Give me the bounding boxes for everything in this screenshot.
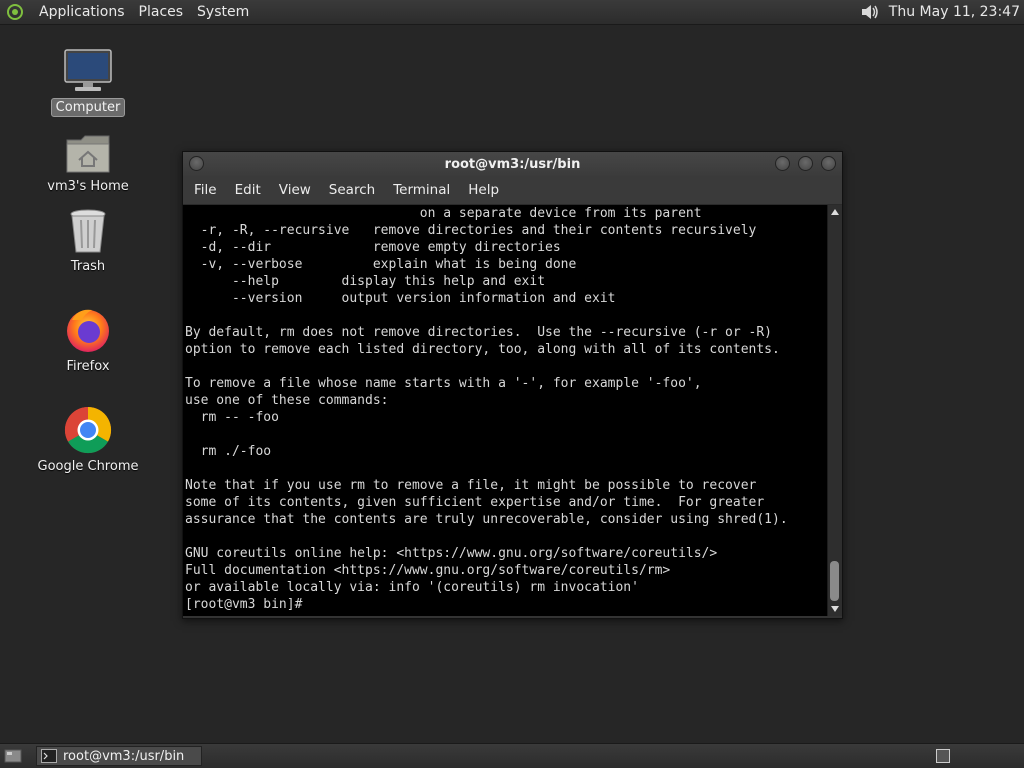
desktop-icon-firefox[interactable]: Firefox bbox=[38, 306, 138, 375]
system-menu[interactable]: System bbox=[190, 1, 256, 23]
menu-view[interactable]: View bbox=[270, 176, 320, 204]
window-titlebar[interactable]: root@vm3:/usr/bin bbox=[183, 152, 842, 176]
desktop-icon-home[interactable]: vm3's Home bbox=[38, 126, 138, 195]
desktop-icon-label: Firefox bbox=[66, 359, 110, 374]
menu-help[interactable]: Help bbox=[459, 176, 508, 204]
chrome-icon bbox=[60, 406, 116, 454]
applications-menu[interactable]: Applications bbox=[32, 1, 132, 23]
scroll-down-arrow-icon[interactable] bbox=[828, 602, 842, 616]
desktop-icon-label: Google Chrome bbox=[37, 459, 139, 474]
close-button[interactable] bbox=[821, 156, 836, 171]
show-desktop-icon[interactable] bbox=[2, 745, 24, 767]
desktop-icon-label: vm3's Home bbox=[47, 179, 129, 194]
scrollbar-thumb[interactable] bbox=[830, 561, 839, 601]
terminal-window: root@vm3:/usr/bin File Edit View Search … bbox=[182, 151, 843, 619]
taskbar-label: root@vm3:/usr/bin bbox=[63, 748, 185, 764]
bottom-panel: root@vm3:/usr/bin bbox=[0, 743, 1024, 768]
window-menu-button[interactable] bbox=[189, 156, 204, 171]
home-folder-icon bbox=[60, 126, 116, 174]
clock[interactable]: Thu May 11, 23:47 bbox=[889, 4, 1020, 20]
desktop-icon-chrome[interactable]: Google Chrome bbox=[38, 406, 138, 475]
menu-search[interactable]: Search bbox=[320, 176, 384, 204]
taskbar-terminal-button[interactable]: root@vm3:/usr/bin bbox=[36, 746, 202, 766]
window-title: root@vm3:/usr/bin bbox=[444, 156, 581, 172]
desktop-icon-label: Trash bbox=[70, 259, 106, 274]
menu-terminal[interactable]: Terminal bbox=[384, 176, 459, 204]
firefox-icon bbox=[60, 306, 116, 354]
volume-icon[interactable] bbox=[859, 1, 881, 23]
menu-edit[interactable]: Edit bbox=[226, 176, 270, 204]
vertical-scrollbar[interactable] bbox=[827, 205, 842, 616]
computer-icon bbox=[60, 46, 116, 94]
desktop-icon-computer[interactable]: Computer bbox=[38, 46, 138, 117]
desktop-icon-trash[interactable]: Trash bbox=[38, 206, 138, 275]
distro-logo-icon[interactable] bbox=[4, 1, 26, 23]
maximize-button[interactable] bbox=[798, 156, 813, 171]
places-menu[interactable]: Places bbox=[132, 1, 191, 23]
minimize-button[interactable] bbox=[775, 156, 790, 171]
workspace-switcher[interactable] bbox=[936, 749, 950, 763]
terminal-icon bbox=[41, 749, 57, 763]
desktop-icon-label: Computer bbox=[50, 98, 126, 117]
terminal-output[interactable]: on a separate device from its parent -r,… bbox=[183, 205, 827, 616]
menu-file[interactable]: File bbox=[185, 176, 226, 204]
terminal-menubar: File Edit View Search Terminal Help bbox=[183, 176, 842, 205]
trash-icon bbox=[60, 206, 116, 254]
top-panel: Applications Places System Thu May 11, 2… bbox=[0, 0, 1024, 25]
scroll-up-arrow-icon[interactable] bbox=[828, 205, 842, 219]
terminal-text: on a separate device from its parent -r,… bbox=[185, 206, 788, 612]
